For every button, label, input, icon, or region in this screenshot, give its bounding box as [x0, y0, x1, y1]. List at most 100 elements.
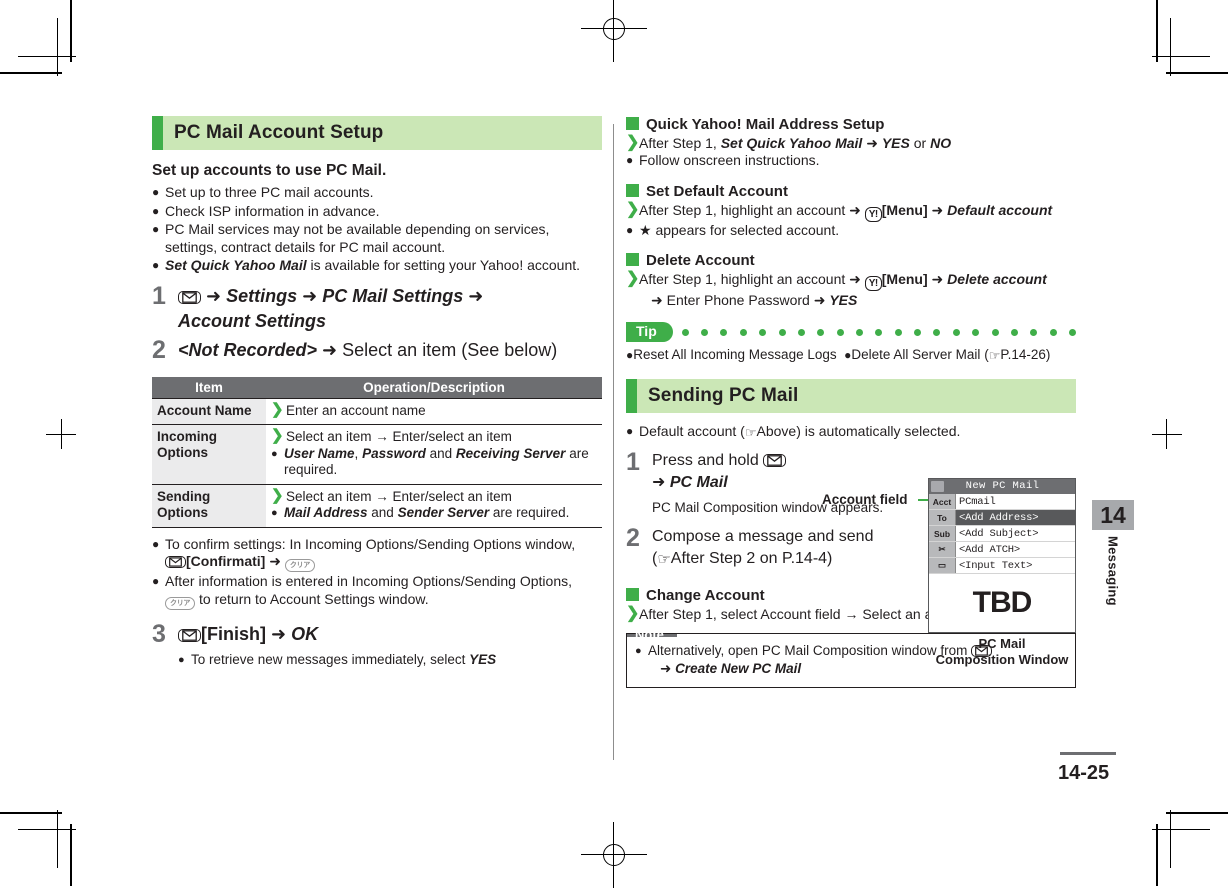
yahoo-menu-key-icon: Y!	[864, 276, 882, 291]
page-reference-hand-icon: ☞	[988, 348, 1001, 363]
procedure-or: or	[909, 135, 931, 151]
mail-key-icon	[178, 628, 201, 642]
registration-mark-bottom	[581, 822, 647, 888]
field-value-atch: <Add ATCH>	[959, 543, 1021, 556]
crop-mark-bottom-left-v	[70, 824, 72, 886]
mail-key-icon	[165, 556, 186, 568]
arrow-icon: ➜	[269, 553, 285, 569]
bullet-item-yahoo: ● Set Quick Yahoo Mail is available for …	[152, 257, 602, 275]
table-cell-description: ❯ Select an item → Enter/select an item …	[266, 484, 602, 528]
crop-mark-bottom-right-v2	[1170, 810, 1171, 868]
screen-field-subject[interactable]: Sub <Add Subject>	[929, 526, 1075, 542]
field-value-text: <Input Text>	[959, 559, 1033, 572]
manual-page: PC Mail Account Setup Set up accounts to…	[0, 0, 1228, 888]
step3-sub-note: ● To retrieve new messages immediately, …	[178, 651, 602, 669]
crop-mark-top-left-v	[70, 0, 72, 62]
subheading-quick-yahoo-mail-address-setup: Quick Yahoo! Mail Address Setup	[626, 116, 1076, 133]
crop-mark-top-left-v2	[57, 18, 58, 76]
section-title: Sending PC Mail	[648, 385, 799, 406]
description-line: ● Mail Address and Sender Server are req…	[271, 505, 598, 522]
screen-body-area: TBD	[929, 574, 1075, 632]
column-header-operation: Operation/Description	[266, 376, 602, 398]
crop-mark-top-right-v2	[1170, 18, 1171, 76]
procedure-line2-emphasis: YES	[829, 292, 858, 308]
field-label-acct: Acct	[929, 494, 956, 509]
procedure-emphasis: Delete account	[947, 271, 1047, 287]
procedure-prefix: After Step 1, highlight an account	[639, 271, 846, 287]
confirm-key-label: [Confirmati]	[186, 553, 266, 569]
screen-title-bar: New PC Mail	[929, 479, 1075, 494]
step-3: 3 [Finish] ➜ OK ● To retrieve new messag…	[152, 619, 602, 669]
screen-field-to[interactable]: To <Add Address>	[929, 510, 1075, 526]
step1-target-settings: Settings	[226, 285, 298, 306]
table-row: Sending Options ❯ Select an item → Enter…	[152, 484, 602, 528]
phone-screen: New PC Mail Acct PCmail To <Add Address>…	[928, 478, 1076, 633]
page-reference-hand-icon: ☞	[744, 425, 757, 440]
table-header-row: Item Operation/Description	[152, 376, 602, 398]
bullet-reference: Above	[756, 423, 797, 439]
screen-placeholder-tbd: TBD	[972, 586, 1033, 619]
table-cell-description: ❯ Enter an account name	[266, 397, 602, 425]
side-mark-right-v	[1166, 419, 1167, 449]
procedure-text: After Step 1, highlight an account ➜ Y![…	[639, 201, 1076, 222]
bullet-prefix: Default account (	[639, 423, 745, 439]
bullet-text: Check ISP information in advance.	[165, 202, 380, 219]
screen-field-attachment[interactable]: ✂ <Add ATCH>	[929, 542, 1075, 558]
procedure-text: After Step 1, Set Quick Yahoo Mail ➜ YES…	[639, 134, 1076, 152]
arrow-icon: ➜	[206, 285, 227, 306]
green-chevron-icon: ❯	[271, 486, 284, 504]
yahoo-menu-key-icon: Y!	[864, 206, 882, 222]
section-header-sending-pc-mail: Sending PC Mail	[626, 379, 1076, 413]
table-row: Account Name ❯ Enter an account name	[152, 397, 602, 425]
bullet-dot-icon: ●	[271, 447, 278, 460]
bullet-text: PC Mail services may not be available de…	[165, 221, 550, 255]
bullet-dot-icon: ●	[152, 536, 160, 551]
note-box-header: Note	[627, 628, 677, 641]
menu-key-label: [Menu]	[881, 201, 928, 218]
bullet-item: ● Follow onscreen instructions.	[626, 152, 1076, 170]
tip-badge: Tip	[626, 322, 673, 342]
bullet-dot-icon: ●	[271, 507, 278, 519]
subheading-text: Quick Yahoo! Mail Address Setup	[646, 116, 885, 133]
tip-dots-decoration	[681, 328, 1076, 336]
procedure-prefix: After Step 1,	[639, 135, 721, 151]
step-body: [Finish] ➜ OK ● To retrieve new messages…	[178, 622, 602, 669]
arrow-icon: ➜	[862, 135, 882, 151]
page-number: 14-25	[1058, 762, 1110, 784]
table-row: Incoming Options ❯ Select an item → Ente…	[152, 424, 602, 485]
green-chevron-icon: ❯	[626, 270, 640, 287]
arrow-icon: ➜	[809, 292, 830, 308]
signal-icon	[931, 481, 944, 492]
bullet-dot-icon: ●	[626, 222, 634, 237]
arrow-icon: ➜	[660, 660, 676, 676]
note-line2: Create New PC Mail	[675, 660, 802, 676]
bullet-text: Follow onscreen instructions.	[639, 152, 820, 168]
bullet-item: ● Check ISP information in advance.	[152, 203, 602, 221]
text-body-icon: ▭	[929, 558, 956, 573]
figure-caption: PC Mail Composition Window	[928, 636, 1076, 668]
step1-target-pc-mail-settings: PC Mail Settings	[322, 285, 464, 306]
subheading-delete-account: Delete Account	[626, 252, 1076, 269]
description-line: ❯ Enter an account name	[271, 402, 598, 420]
step-body: <Not Recorded> ➜ Select an item (See bel…	[178, 338, 602, 363]
bullet-dot-icon: ●	[626, 153, 634, 167]
screen-title: New PC Mail	[965, 480, 1040, 492]
description-text: Mail Address and Sender Server are requi…	[284, 505, 570, 520]
step-number: 3	[152, 619, 166, 648]
field-value-to: <Add Address>	[956, 510, 1075, 525]
subheading-set-default-account: Set Default Account	[626, 183, 1076, 200]
subheading-text: Change Account	[646, 586, 765, 604]
bullet-text: Set up to three PC mail accounts.	[165, 184, 374, 200]
screen-field-account[interactable]: Acct PCmail	[929, 494, 1075, 510]
section-accent-bar	[152, 116, 163, 150]
screen-field-text[interactable]: ▭ <Input Text>	[929, 558, 1075, 574]
chapter-side-tab: 14 Messaging	[1092, 500, 1134, 606]
step3-sub-emphasis: YES	[469, 651, 497, 667]
bullet-dot-icon: ●	[152, 185, 160, 199]
note-line1: Alternatively, open PC Mail Composition …	[648, 642, 968, 658]
green-chevron-icon: ❯	[626, 604, 640, 622]
step-action: Press and hold	[652, 451, 759, 469]
step3-sub-prefix: To retrieve new messages immediately, se…	[191, 651, 470, 667]
procedure-prefix: After Step 1, highlight an account	[639, 201, 846, 218]
procedure-line2-prefix: Enter Phone Password	[666, 292, 810, 308]
